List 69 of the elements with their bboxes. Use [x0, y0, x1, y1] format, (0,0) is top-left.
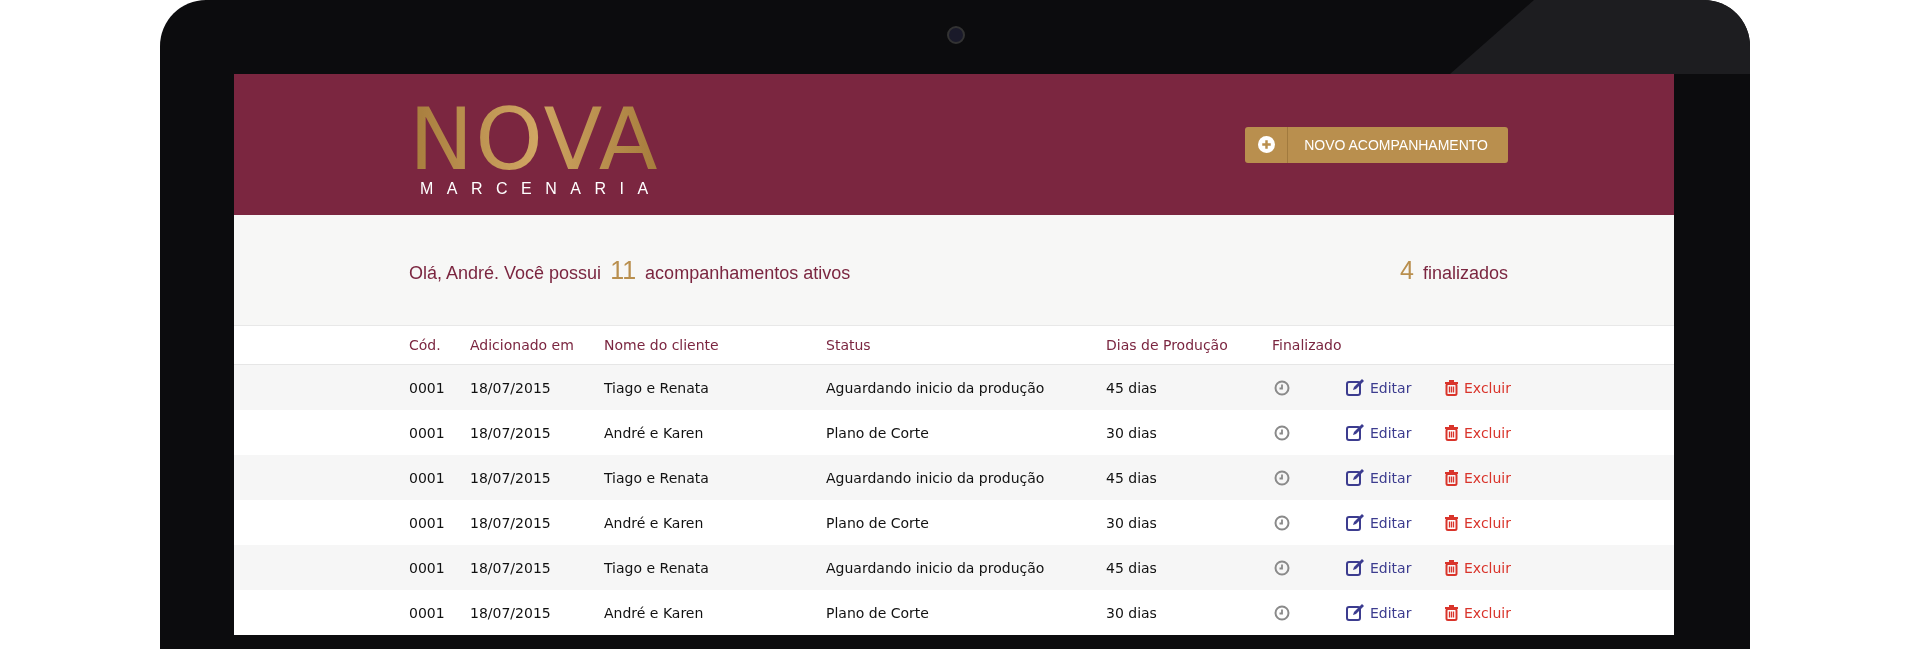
date-cell-text: 18/07/2015	[470, 379, 552, 396]
column-header: Nome do cliente	[604, 337, 720, 353]
edit-icon	[1346, 514, 1365, 531]
date-cell-text: 18/07/2015	[470, 514, 552, 531]
trash-icon	[1444, 379, 1459, 396]
active-label: acompanhamentos ativos	[645, 262, 851, 283]
status-cell-text: Aguardando inicio da produção	[826, 379, 1046, 396]
days-cell-text: 45 dias	[1106, 469, 1158, 486]
days-cell-text: 30 dias	[1106, 604, 1158, 621]
finished-label: finalizados	[1422, 262, 1508, 283]
client-cell-text: Tiago e Renata	[604, 559, 710, 576]
code-cell-text: 0001	[409, 424, 446, 441]
edit-icon	[1346, 379, 1365, 396]
code-cell-text: 0001	[409, 559, 446, 576]
delete-link[interactable]: Excluir	[1444, 469, 1514, 486]
date-cell-text: 18/07/2015	[470, 559, 552, 576]
days-cell-text: 45 dias	[1106, 379, 1158, 396]
greeting-text: Olá, André. Você possui	[409, 262, 602, 283]
logo-subtitle: MARCENARIA	[420, 179, 662, 198]
code-cell-text: 0001	[409, 379, 446, 396]
trash-icon	[1444, 514, 1459, 531]
camera-icon	[947, 26, 965, 44]
client-cell-text: André e Karen	[604, 604, 705, 621]
column-header: Status	[826, 337, 872, 353]
edit-link[interactable]: Editar	[1346, 424, 1444, 441]
trash-icon	[1444, 469, 1459, 486]
date-cell-text: 18/07/2015	[470, 604, 552, 621]
edit-icon	[1346, 469, 1365, 486]
edit-link[interactable]: Editar	[1346, 379, 1444, 396]
client-cell-text: André e Karen	[604, 514, 705, 531]
trash-icon	[1444, 559, 1459, 576]
delete-link[interactable]: Excluir	[1444, 559, 1514, 576]
trash-icon	[1444, 604, 1459, 621]
edit-icon	[1346, 424, 1365, 441]
client-cell-text: Tiago e Renata	[604, 469, 710, 486]
edit-link[interactable]: Editar	[1346, 559, 1444, 576]
status-cell-text: Aguardando inicio da produção	[826, 469, 1046, 486]
column-header: Adicionado em	[470, 337, 575, 353]
delete-link[interactable]: Excluir	[1444, 424, 1514, 441]
client-cell-text: André e Karen	[604, 424, 705, 441]
days-cell-text: 30 dias	[1106, 514, 1158, 531]
delete-link[interactable]: Excluir	[1444, 604, 1514, 621]
client-cell-text: Tiago e Renata	[604, 379, 710, 396]
status-cell-text: Plano de Corte	[826, 514, 930, 531]
column-header: Cód.	[409, 337, 442, 353]
code-cell-text: 0001	[409, 514, 446, 531]
edit-link[interactable]: Editar	[1346, 514, 1444, 531]
edit-icon	[1346, 559, 1365, 576]
status-cell-text: Plano de Corte	[826, 424, 930, 441]
active-count: 11	[610, 255, 637, 284]
status-cell-text: Plano de Corte	[826, 604, 930, 621]
code-cell-text: 0001	[409, 469, 446, 486]
edit-link[interactable]: Editar	[1346, 604, 1444, 621]
finished-count: 4	[1400, 255, 1414, 284]
plus-circle-icon	[1257, 136, 1275, 153]
trash-icon	[1444, 424, 1459, 441]
days-cell-text: 45 dias	[1106, 559, 1158, 576]
edit-icon	[1346, 604, 1365, 621]
code-cell-text: 0001	[409, 604, 446, 621]
delete-link[interactable]: Excluir	[1444, 514, 1514, 531]
edit-link[interactable]: Editar	[1346, 469, 1444, 486]
column-header: Dias de Produção	[1106, 337, 1229, 353]
new-tracking-button[interactable]: NOVO ACOMPANHAMENTO	[1245, 126, 1508, 163]
column-header: Finalizado	[1272, 337, 1343, 353]
days-cell-text: 30 dias	[1106, 424, 1158, 441]
date-cell-text: 18/07/2015	[470, 469, 552, 486]
delete-link[interactable]: Excluir	[1444, 379, 1514, 396]
date-cell-text: 18/07/2015	[470, 424, 552, 441]
status-cell-text: Aguardando inicio da produção	[826, 559, 1046, 576]
